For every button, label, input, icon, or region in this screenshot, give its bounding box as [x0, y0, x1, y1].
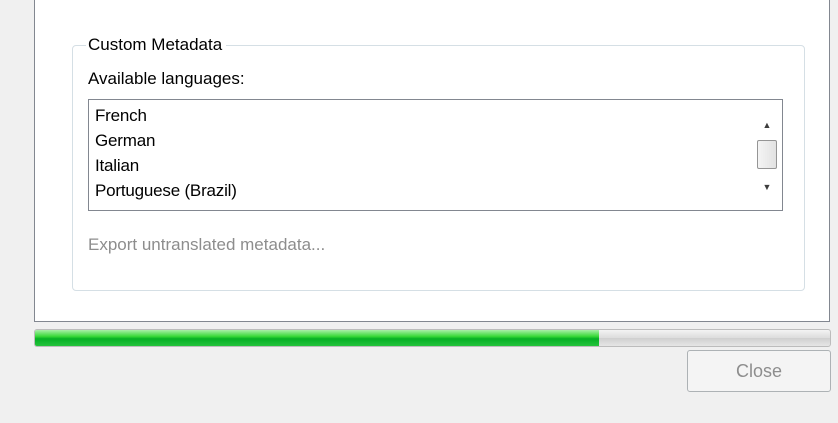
scroll-up-arrow-icon[interactable]: ▲ [752, 110, 782, 140]
available-languages-label: Available languages: [88, 69, 245, 88]
progress-bar [34, 329, 831, 347]
languages-list: French German Italian Portuguese (Brazil… [95, 103, 237, 203]
list-item-french[interactable]: French [95, 103, 237, 128]
export-untranslated-metadata-link[interactable]: Export untranslated metadata... [88, 234, 325, 256]
scroll-down-arrow-icon[interactable]: ▼ [752, 172, 782, 202]
list-item-portuguese-brazil[interactable]: Portuguese (Brazil) [95, 178, 237, 203]
scroll-thumb[interactable] [757, 140, 777, 169]
list-item-german[interactable]: German [95, 128, 237, 153]
languages-scrollbar[interactable]: ▲ ▼ [752, 100, 782, 210]
progress-fill [35, 330, 600, 346]
custom-metadata-legend: Custom Metadata [86, 34, 227, 56]
list-item-italian[interactable]: Italian [95, 153, 237, 178]
languages-listbox[interactable]: French German Italian Portuguese (Brazil… [88, 99, 783, 211]
close-button[interactable]: Close [687, 350, 831, 392]
